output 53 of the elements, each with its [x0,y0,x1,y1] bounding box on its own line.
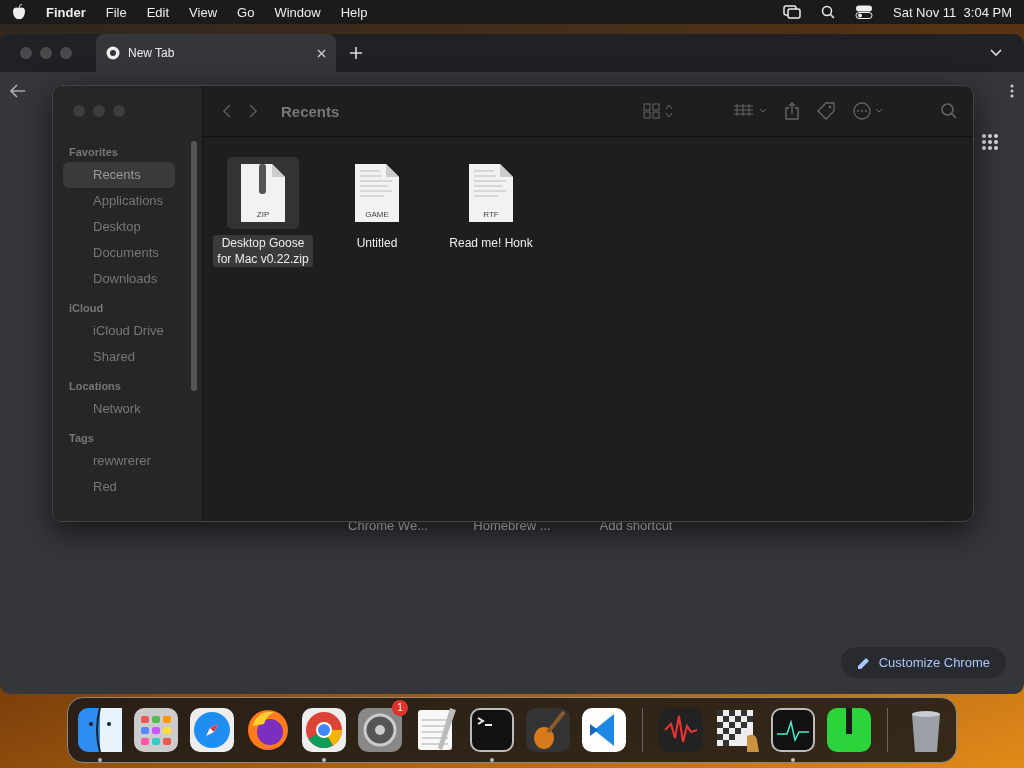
tag-icon[interactable] [817,102,835,120]
more-menu-icon[interactable] [1010,84,1014,98]
search-icon[interactable] [821,5,835,19]
menu-app-name[interactable]: Finder [46,4,86,20]
file-thumbnail[interactable]: GAME [341,157,413,229]
more-actions-icon[interactable] [853,102,883,120]
file-name[interactable]: Read me! Honk [447,235,535,251]
browser-tab[interactable]: New Tab [96,34,336,72]
terminal-icon[interactable] [468,706,516,754]
menu-item[interactable]: Help [340,4,368,20]
file-thumbnail[interactable]: ZIP [227,157,299,229]
chrome-icon[interactable] [300,706,348,754]
menu-item[interactable]: File [105,4,127,20]
code-editor-icon[interactable] [580,706,628,754]
apple-logo-icon[interactable] [12,4,26,20]
shortcut-label[interactable]: Homebrew ... [464,518,560,533]
customize-chrome-button[interactable]: Customize Chrome [840,647,1006,678]
menu-item[interactable]: Edit [146,4,170,20]
control-center-icon[interactable] [855,5,873,19]
sidebar-heading: iCloud [68,301,105,316]
compass-icon[interactable] [188,706,236,754]
zipper-icon[interactable] [825,706,873,754]
launchpad-icon[interactable] [132,706,180,754]
apps-grid-icon[interactable] [982,134,998,150]
file-name[interactable]: Untitled [354,235,400,251]
finder-icon[interactable] [76,706,124,754]
scrollbar[interactable] [191,141,197,391]
new-tab-icon[interactable] [350,47,362,59]
chevron-down-icon[interactable] [990,49,1002,57]
screens-icon[interactable] [783,5,801,19]
menu-item[interactable]: View [189,4,218,20]
menu-item[interactable]: Go [237,4,255,20]
sidebar-heading: Favorites [68,145,119,160]
document-icon: GAME [354,163,400,223]
activity-monitor-icon[interactable] [769,706,817,754]
share-icon[interactable] [785,102,799,120]
notification-badge: 1 [392,700,408,716]
chrome-icon [106,46,120,60]
menu-item[interactable]: Window [274,4,321,20]
file-name[interactable]: Desktop Goose for Mac v0.22.zip [213,235,313,267]
sidebar-heading: Locations [68,379,122,394]
sidebar-heading: Tags [68,431,95,446]
file-thumbnail[interactable]: RTF [455,157,527,229]
document-icon: RTF [468,163,514,223]
window-title: Recents [281,102,341,120]
sidebar-item[interactable]: Recents [63,162,175,188]
waveform-icon[interactable] [657,706,705,754]
menu-clock[interactable]: Sat Nov 11 3:04 PM [893,4,1012,20]
close-icon[interactable] [317,48,326,58]
back-arrow-icon[interactable] [10,84,26,98]
pencil-icon [856,655,871,670]
zip-file-icon: ZIP [240,163,286,223]
guitar-icon[interactable] [524,706,572,754]
